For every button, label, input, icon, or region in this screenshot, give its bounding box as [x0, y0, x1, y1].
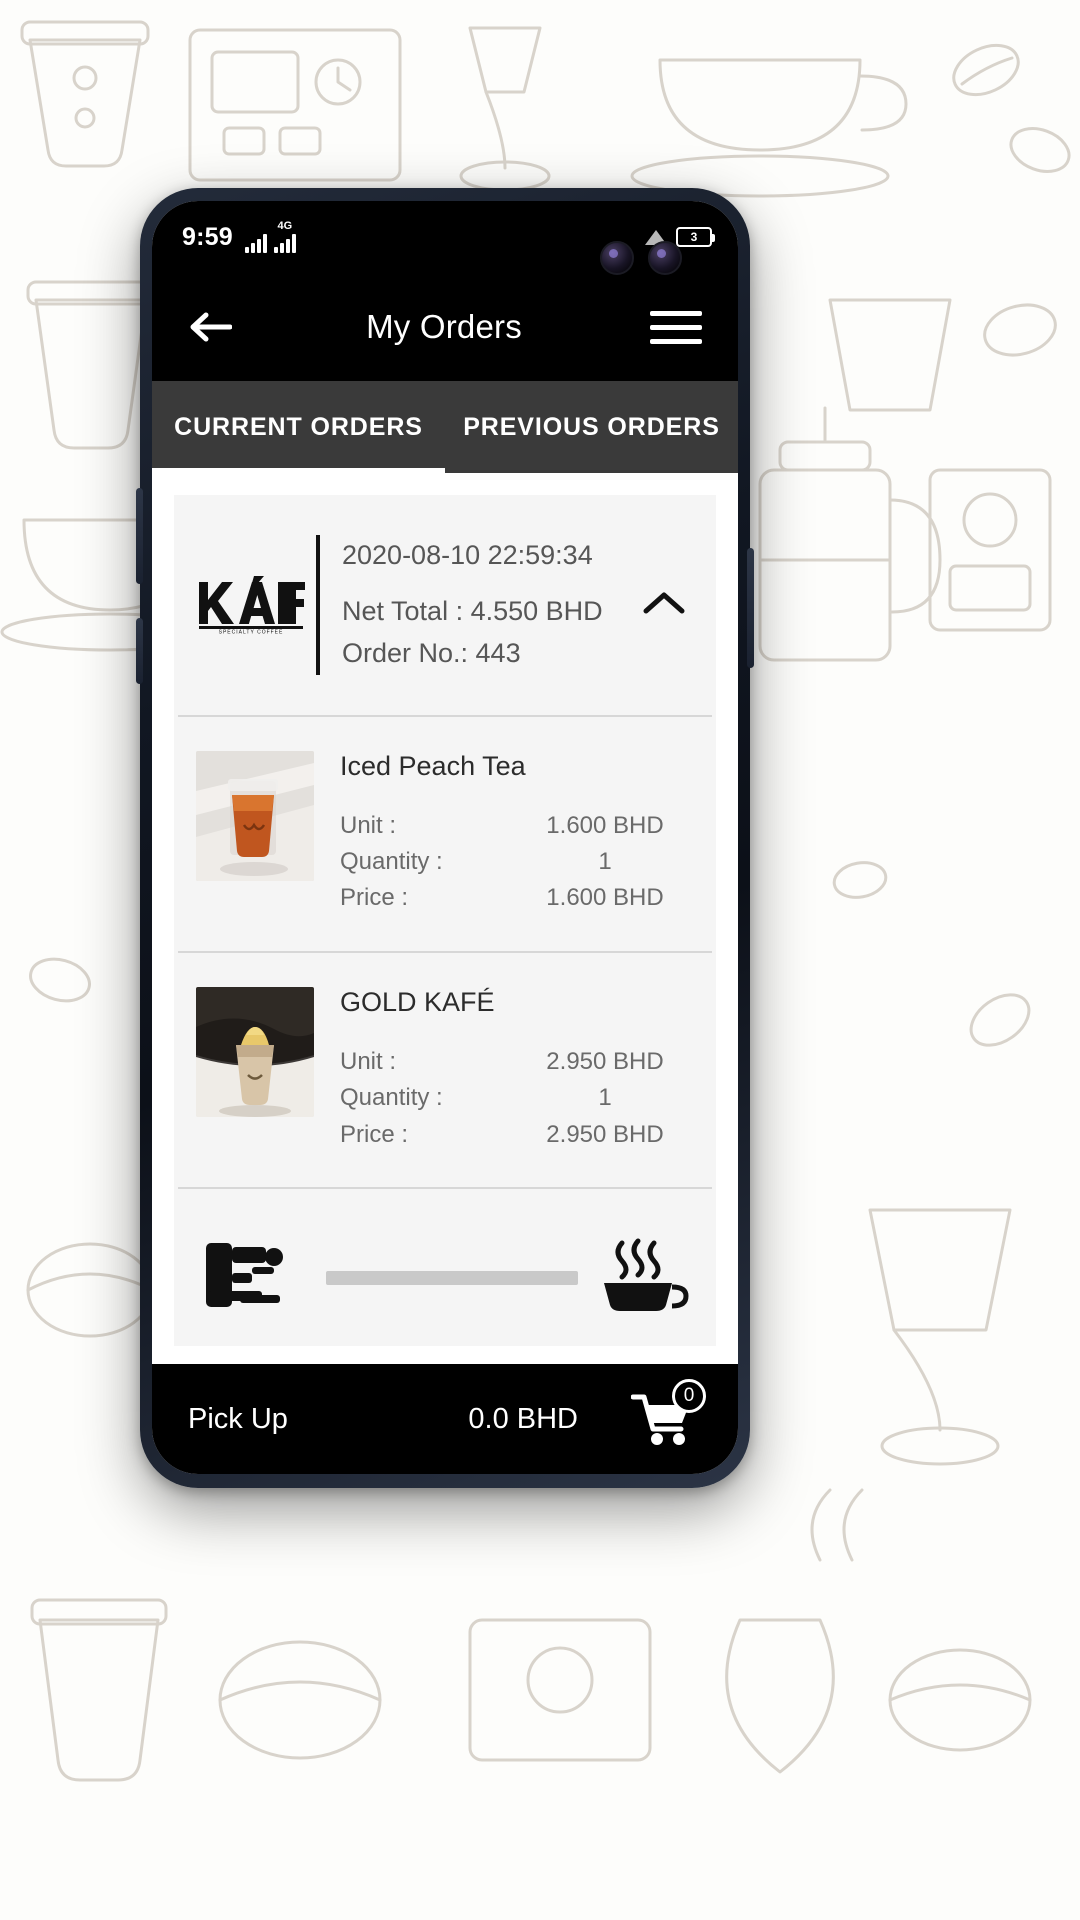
progress-bar	[326, 1270, 578, 1285]
quantity-label: Quantity :	[340, 848, 443, 875]
battery-icon: 3	[676, 227, 715, 247]
order-item-row[interactable]: Iced Peach Tea Unit : 1.600 BHD Quantity…	[174, 717, 716, 951]
status-bar: 9:59 4G 3	[152, 201, 738, 275]
tab-current-orders[interactable]: CURRENT ORDERS	[152, 381, 445, 473]
order-item-quantity: Quantity : 1	[340, 844, 690, 880]
tab-current-orders-label: CURRENT ORDERS	[174, 412, 423, 441]
tab-previous-orders-label: PREVIOUS ORDERS	[463, 412, 720, 441]
order-item-name: GOLD KAFÉ	[340, 986, 495, 1017]
order-item-thumbnail	[196, 750, 314, 881]
order-item-quantity: Quantity : 1	[340, 1080, 690, 1116]
unit-value: 2.950 BHD	[546, 1047, 664, 1075]
cart-total-amount: 0.0 BHD	[468, 1402, 578, 1435]
front-camera-lens-2	[648, 241, 682, 275]
price-label: Price :	[340, 1120, 409, 1148]
kafe-logo-icon: SPECIALTY COFFEE	[199, 575, 305, 634]
arrow-left-icon	[190, 312, 232, 342]
hamburger-menu-button[interactable]	[650, 299, 708, 355]
collapse-order-button[interactable]	[638, 589, 690, 621]
cart-button[interactable]: 0	[622, 1379, 706, 1455]
order-summary: 2020-08-10 22:59:34 Net Total : 4.550 BH…	[342, 535, 638, 675]
unit-label: Unit :	[340, 811, 397, 839]
order-item-unit: Unit : 2.950 BHD	[340, 1044, 690, 1080]
order-datetime: 2020-08-10 22:59:34	[342, 540, 593, 570]
order-item-row[interactable]: GOLD KAFÉ Unit : 2.950 BHD Quantity : 1 …	[174, 953, 716, 1187]
bottom-action-bar: Pick Up 0.0 BHD 0	[152, 1364, 738, 1474]
order-accent-line	[316, 535, 320, 675]
chevron-up-icon	[643, 592, 685, 614]
hamburger-menu-icon	[650, 338, 702, 344]
quantity-label: Quantity :	[340, 1084, 443, 1112]
unit-value: 1.600 BHD	[546, 811, 664, 839]
order-card-header[interactable]: SPECIALTY COFFEE 2020-08-10 22:59:34 Net…	[174, 495, 716, 715]
hamburger-menu-icon	[650, 310, 702, 316]
phone-screen: 9:59 4G 3 My Orders CURRENT ORDERS PREVI…	[152, 201, 738, 1474]
quantity-value: 1	[598, 1084, 612, 1112]
quantity-value: 1	[598, 848, 612, 875]
order-net-total: Net Total : 4.550 BHD	[342, 595, 603, 626]
order-item-thumbnail	[196, 986, 314, 1117]
iced-tea-photo	[196, 750, 314, 881]
order-item-price: Price : 1.600 BHD	[340, 880, 690, 916]
status-time: 9:59	[182, 222, 233, 251]
front-camera-lens-1	[600, 241, 634, 275]
cart-count-badge: 0	[672, 1379, 706, 1413]
order-item-unit: Unit : 1.600 BHD	[340, 808, 690, 844]
order-number: Order No.: 443	[342, 637, 521, 668]
order-item-name: Iced Peach Tea	[340, 750, 526, 781]
price-value: 1.600 BHD	[546, 884, 664, 912]
order-tab-bar: CURRENT ORDERS PREVIOUS ORDERS	[152, 381, 738, 473]
unit-label: Unit :	[340, 1047, 397, 1075]
order-item-price: Price : 2.950 BHD	[340, 1117, 690, 1153]
order-progress-strip	[174, 1189, 716, 1346]
app-bar: My Orders	[152, 273, 738, 381]
hamburger-menu-icon	[650, 324, 702, 330]
pickup-mode-label[interactable]: Pick Up	[188, 1403, 288, 1436]
phone-device-frame: 9:59 4G 3 My Orders CURRENT ORDERS PREVI…	[136, 188, 754, 1488]
gold-kafe-photo	[196, 986, 314, 1117]
battery-level-label: 3	[690, 230, 698, 244]
data-signal-icon	[273, 233, 296, 253]
svg-text:SPECIALTY COFFEE: SPECIALTY COFFEE	[219, 629, 284, 634]
network-type-label: 4G	[277, 220, 293, 232]
brand-logo: SPECIALTY COFFEE	[192, 575, 310, 634]
price-label: Price :	[340, 884, 409, 912]
page-title: My Orders	[366, 308, 522, 345]
price-value: 2.950 BHD	[546, 1120, 664, 1148]
tab-previous-orders[interactable]: PREVIOUS ORDERS	[445, 381, 738, 473]
espresso-machine-icon	[200, 1237, 310, 1318]
back-button[interactable]	[182, 299, 238, 355]
power-button[interactable]	[747, 548, 754, 668]
coffee-cup-icon	[594, 1235, 690, 1320]
signal-bars-icon	[244, 233, 267, 253]
orders-scroll-area[interactable]: SPECIALTY COFFEE 2020-08-10 22:59:34 Net…	[152, 473, 738, 1364]
order-card[interactable]: SPECIALTY COFFEE 2020-08-10 22:59:34 Net…	[174, 495, 716, 1347]
